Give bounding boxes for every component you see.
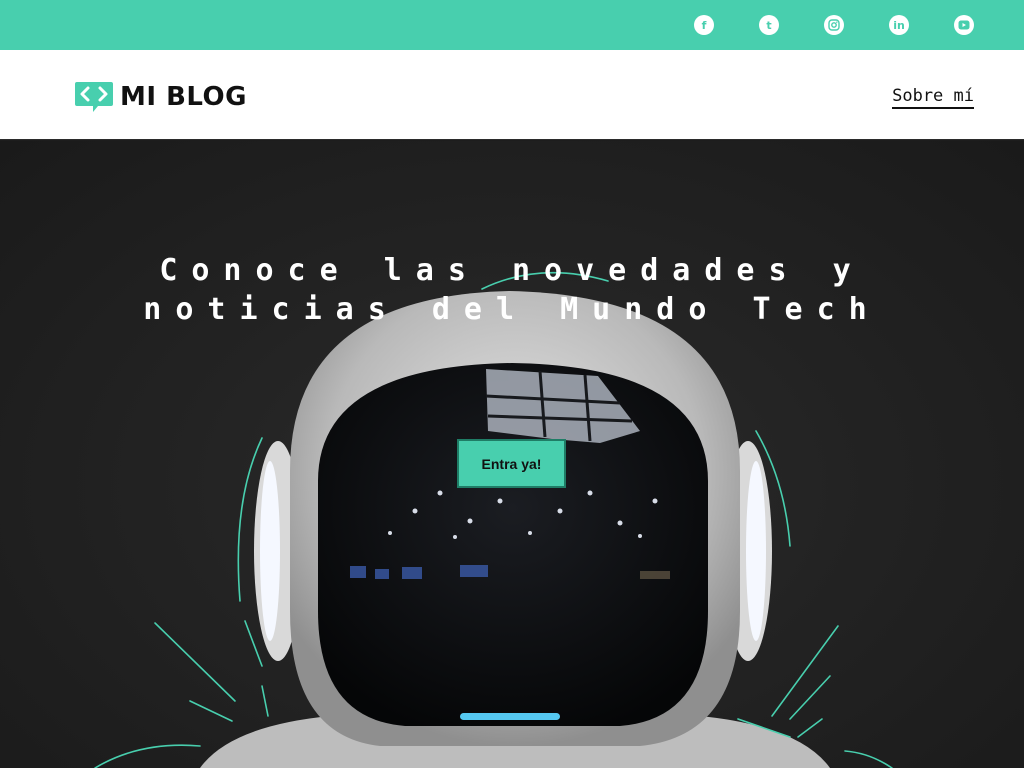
youtube-glyph [958, 20, 970, 30]
facebook-glyph: f [701, 18, 707, 32]
linkedin-glyph: in [893, 18, 905, 32]
logo-text: MI BLOG [120, 82, 247, 112]
hero-title-line1: Conoce las novedades y [159, 253, 865, 288]
instagram-glyph [828, 19, 840, 31]
code-brackets-icon [75, 82, 113, 112]
logo[interactable]: MI BLOG [74, 80, 247, 114]
youtube-icon[interactable] [954, 15, 974, 35]
tumblr-glyph: t [766, 18, 772, 32]
linkedin-icon[interactable]: in [889, 15, 909, 35]
nav-about-link[interactable]: Sobre mí [892, 86, 974, 109]
hero-title: Conoce las novedades y noticias del Mund… [0, 251, 1024, 329]
facebook-icon[interactable]: f [694, 15, 714, 35]
social-topbar: f t in [0, 0, 1024, 50]
hero-title-line2: noticias del Mundo Tech [143, 292, 881, 327]
tumblr-icon[interactable]: t [759, 15, 779, 35]
site-header: MI BLOG Sobre mí [0, 50, 1024, 140]
instagram-icon[interactable] [824, 15, 844, 35]
hero-section: Conoce las novedades y noticias del Mund… [0, 141, 1024, 768]
enter-now-button[interactable]: Entra ya! [457, 439, 566, 488]
